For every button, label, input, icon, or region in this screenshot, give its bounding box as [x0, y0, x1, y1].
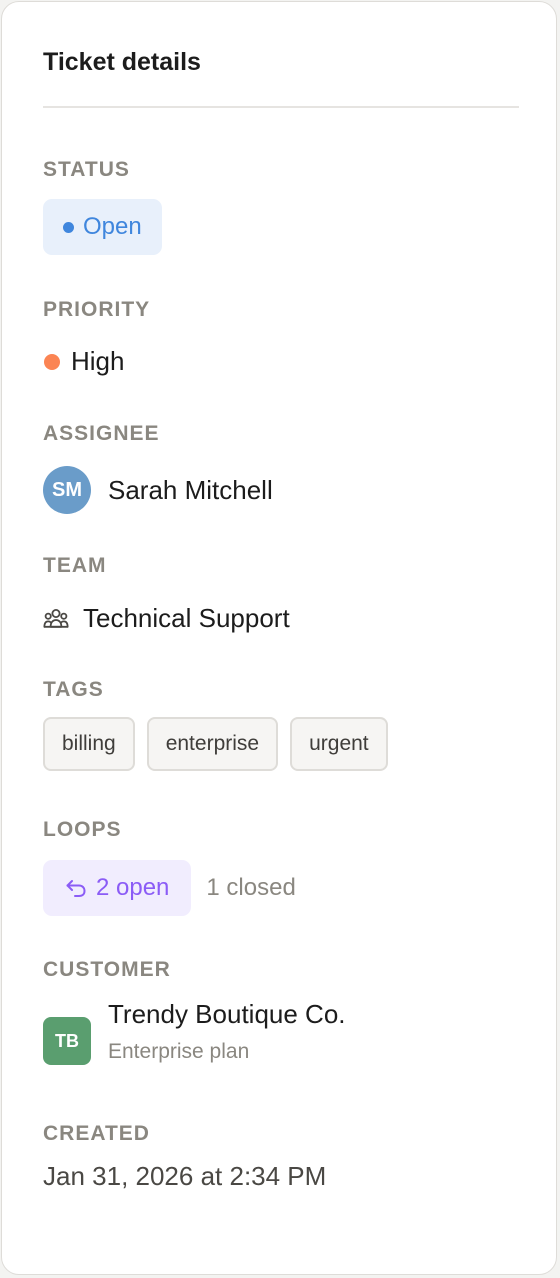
status-dot-icon: [63, 221, 74, 233]
panel-title: Ticket details: [43, 48, 201, 76]
closed-loops-count[interactable]: 1 closed: [206, 874, 295, 902]
team-label: TEAM: [43, 554, 107, 577]
assignee-label: ASSIGNEE: [43, 422, 160, 445]
team-value: Technical Support: [83, 603, 290, 633]
status-section: STATUS Open: [43, 157, 519, 255]
team-selector[interactable]: Technical Support: [43, 603, 290, 634]
status-badge[interactable]: Open: [43, 199, 162, 255]
loop-back-arrow-icon: [65, 878, 87, 898]
users-icon: [43, 608, 69, 630]
created-section: CREATED Jan 31, 2026 at 2:34 PM: [43, 1121, 519, 1191]
priority-section: PRIORITY High: [43, 297, 519, 376]
open-loops-count: 2 open: [96, 874, 170, 901]
assignee-selector[interactable]: SM Sarah Mitchell: [43, 466, 273, 514]
customer-label: CUSTOMER: [43, 958, 171, 981]
ticket-details-panel: Ticket details STATUS Open PRIORITY High…: [1, 1, 557, 1275]
customer-section: CUSTOMER TB Trendy Boutique Co. Enterpri…: [43, 957, 519, 1077]
tags-section: TAGS billing enterprise urgent: [43, 677, 519, 771]
tag-chip[interactable]: urgent: [290, 717, 388, 771]
assignee-section: ASSIGNEE SM Sarah Mitchell: [43, 421, 519, 514]
tag-chip[interactable]: enterprise: [146, 717, 279, 771]
created-label: CREATED: [43, 1122, 150, 1145]
priority-label: PRIORITY: [43, 298, 151, 321]
priority-value: High: [71, 346, 125, 376]
status-value: Open: [83, 213, 142, 240]
priority-dot-icon: [44, 353, 60, 370]
status-label: STATUS: [43, 158, 130, 181]
open-loops-button[interactable]: 2 open: [43, 860, 192, 916]
customer-plan: Enterprise plan: [108, 1040, 250, 1063]
loops-section: LOOPS 2 open 1 closed: [43, 817, 519, 916]
assignee-avatar: SM: [43, 466, 91, 514]
team-section: TEAM Technical Support: [43, 553, 519, 633]
customer-avatar: TB: [43, 1017, 91, 1065]
assignee-name: Sarah Mitchell: [108, 474, 273, 505]
customer-name[interactable]: Trendy Boutique Co.: [108, 999, 346, 1030]
loops-label: LOOPS: [43, 818, 122, 841]
loops-row: 2 open 1 closed: [43, 860, 296, 916]
tag-list: billing enterprise urgent: [43, 717, 388, 771]
tags-label: TAGS: [43, 678, 104, 701]
priority-selector[interactable]: High: [43, 346, 124, 377]
tag-chip[interactable]: billing: [43, 717, 135, 771]
title-divider: [43, 106, 519, 108]
created-timestamp: Jan 31, 2026 at 2:34 PM: [43, 1161, 327, 1191]
